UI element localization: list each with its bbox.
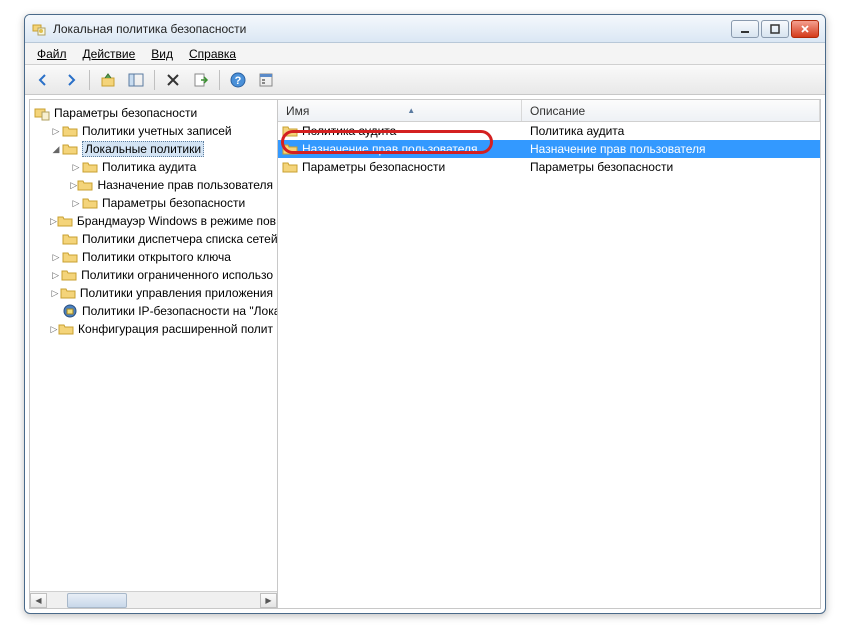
window-controls bbox=[731, 20, 819, 38]
content-area: Параметры безопасности ▷ Политики учетны… bbox=[29, 99, 821, 609]
expand-icon[interactable]: ▷ bbox=[50, 251, 62, 263]
export-button[interactable] bbox=[189, 68, 213, 92]
svg-text:?: ? bbox=[235, 75, 242, 87]
folder-icon bbox=[62, 141, 78, 157]
expand-icon[interactable]: ▷ bbox=[70, 179, 77, 191]
toolbar: ? bbox=[25, 65, 825, 95]
expand-icon[interactable]: ▷ bbox=[70, 197, 82, 209]
scroll-right-button[interactable]: ▶ bbox=[260, 593, 277, 608]
ipsec-icon bbox=[62, 303, 78, 319]
tree-horizontal-scrollbar[interactable]: ◀ ▶ bbox=[30, 591, 277, 608]
tree-soft-restrict[interactable]: ▷ Политики ограниченного использо bbox=[30, 266, 277, 284]
tree-public-key[interactable]: ▷ Политики открытого ключа bbox=[30, 248, 277, 266]
collapse-icon[interactable]: ◢ bbox=[50, 143, 62, 155]
expand-icon[interactable]: ▷ bbox=[50, 287, 60, 299]
help-button[interactable]: ? bbox=[226, 68, 250, 92]
security-root-icon bbox=[34, 105, 50, 121]
list-header: Имя ▲ Описание bbox=[278, 100, 820, 122]
column-header-name[interactable]: Имя ▲ bbox=[278, 100, 522, 121]
toolbar-separator bbox=[89, 70, 90, 90]
tree-firewall[interactable]: ▷ Брандмауэр Windows в режиме пов bbox=[30, 212, 277, 230]
up-button[interactable] bbox=[96, 68, 120, 92]
menu-action[interactable]: Действие bbox=[75, 45, 144, 63]
column-header-description[interactable]: Описание bbox=[522, 100, 820, 121]
scroll-left-button[interactable]: ◀ bbox=[30, 593, 47, 608]
folder-icon bbox=[77, 177, 93, 193]
menu-view[interactable]: Вид bbox=[143, 45, 181, 63]
tree-adv-audit[interactable]: ▷ Конфигурация расширенной полит bbox=[30, 320, 277, 338]
minimize-button[interactable] bbox=[731, 20, 759, 38]
forward-button[interactable] bbox=[59, 68, 83, 92]
properties-button[interactable] bbox=[254, 68, 278, 92]
menu-help[interactable]: Справка bbox=[181, 45, 244, 63]
sort-ascending-icon: ▲ bbox=[407, 106, 415, 115]
expand-icon[interactable]: ▷ bbox=[50, 125, 62, 137]
folder-icon bbox=[62, 249, 78, 265]
close-button[interactable] bbox=[791, 20, 819, 38]
folder-icon bbox=[282, 123, 298, 139]
titlebar[interactable]: Локальная политика безопасности bbox=[25, 15, 825, 43]
folder-icon bbox=[62, 231, 78, 247]
folder-icon bbox=[82, 195, 98, 211]
folder-icon bbox=[282, 141, 298, 157]
tree-user-rights[interactable]: ▷ Назначение прав пользователя bbox=[30, 176, 277, 194]
delete-button[interactable] bbox=[161, 68, 185, 92]
toolbar-separator bbox=[219, 70, 220, 90]
folder-icon bbox=[82, 159, 98, 175]
menu-file[interactable]: Файл bbox=[29, 45, 75, 63]
folder-icon bbox=[282, 159, 298, 175]
list-pane: Имя ▲ Описание Политика аудита Политика … bbox=[278, 100, 820, 608]
app-icon bbox=[31, 21, 47, 37]
folder-icon bbox=[62, 123, 78, 139]
list-row[interactable]: Политика аудита Политика аудита bbox=[278, 122, 820, 140]
folder-icon bbox=[57, 213, 73, 229]
tree-app-control[interactable]: ▷ Политики управления приложения bbox=[30, 284, 277, 302]
folder-icon bbox=[61, 267, 77, 283]
tree-pane[interactable]: Параметры безопасности ▷ Политики учетны… bbox=[30, 100, 278, 608]
back-button[interactable] bbox=[31, 68, 55, 92]
tree-root[interactable]: Параметры безопасности bbox=[30, 104, 277, 122]
list-body[interactable]: Политика аудита Политика аудита Назначен… bbox=[278, 122, 820, 608]
window-title: Локальная политика безопасности bbox=[53, 22, 731, 36]
show-hide-tree-button[interactable] bbox=[124, 68, 148, 92]
expand-icon[interactable]: ▷ bbox=[50, 215, 57, 227]
tree-security-options[interactable]: ▷ Параметры безопасности bbox=[30, 194, 277, 212]
tree: Параметры безопасности ▷ Политики учетны… bbox=[30, 104, 277, 338]
list-row[interactable]: Параметры безопасности Параметры безопас… bbox=[278, 158, 820, 176]
tree-netlist[interactable]: Политики диспетчера списка сетей bbox=[30, 230, 277, 248]
expand-icon[interactable]: ▷ bbox=[70, 161, 82, 173]
expand-icon[interactable]: ▷ bbox=[50, 323, 58, 335]
tree-local-policies[interactable]: ◢ Локальные политики bbox=[30, 140, 277, 158]
maximize-button[interactable] bbox=[761, 20, 789, 38]
toolbar-separator bbox=[154, 70, 155, 90]
tree-ipsec[interactable]: Политики IP-безопасности на "Лока bbox=[30, 302, 277, 320]
folder-icon bbox=[60, 285, 76, 301]
folder-icon bbox=[58, 321, 74, 337]
scroll-thumb[interactable] bbox=[67, 593, 127, 608]
tree-account-policies[interactable]: ▷ Политики учетных записей bbox=[30, 122, 277, 140]
list-row[interactable]: Назначение прав пользователя Назначение … bbox=[278, 140, 820, 158]
main-window: Локальная политика безопасности Файл Дей… bbox=[24, 14, 826, 614]
tree-audit-policy[interactable]: ▷ Политика аудита bbox=[30, 158, 277, 176]
expand-icon[interactable]: ▷ bbox=[50, 269, 61, 281]
menubar: Файл Действие Вид Справка bbox=[25, 43, 825, 65]
